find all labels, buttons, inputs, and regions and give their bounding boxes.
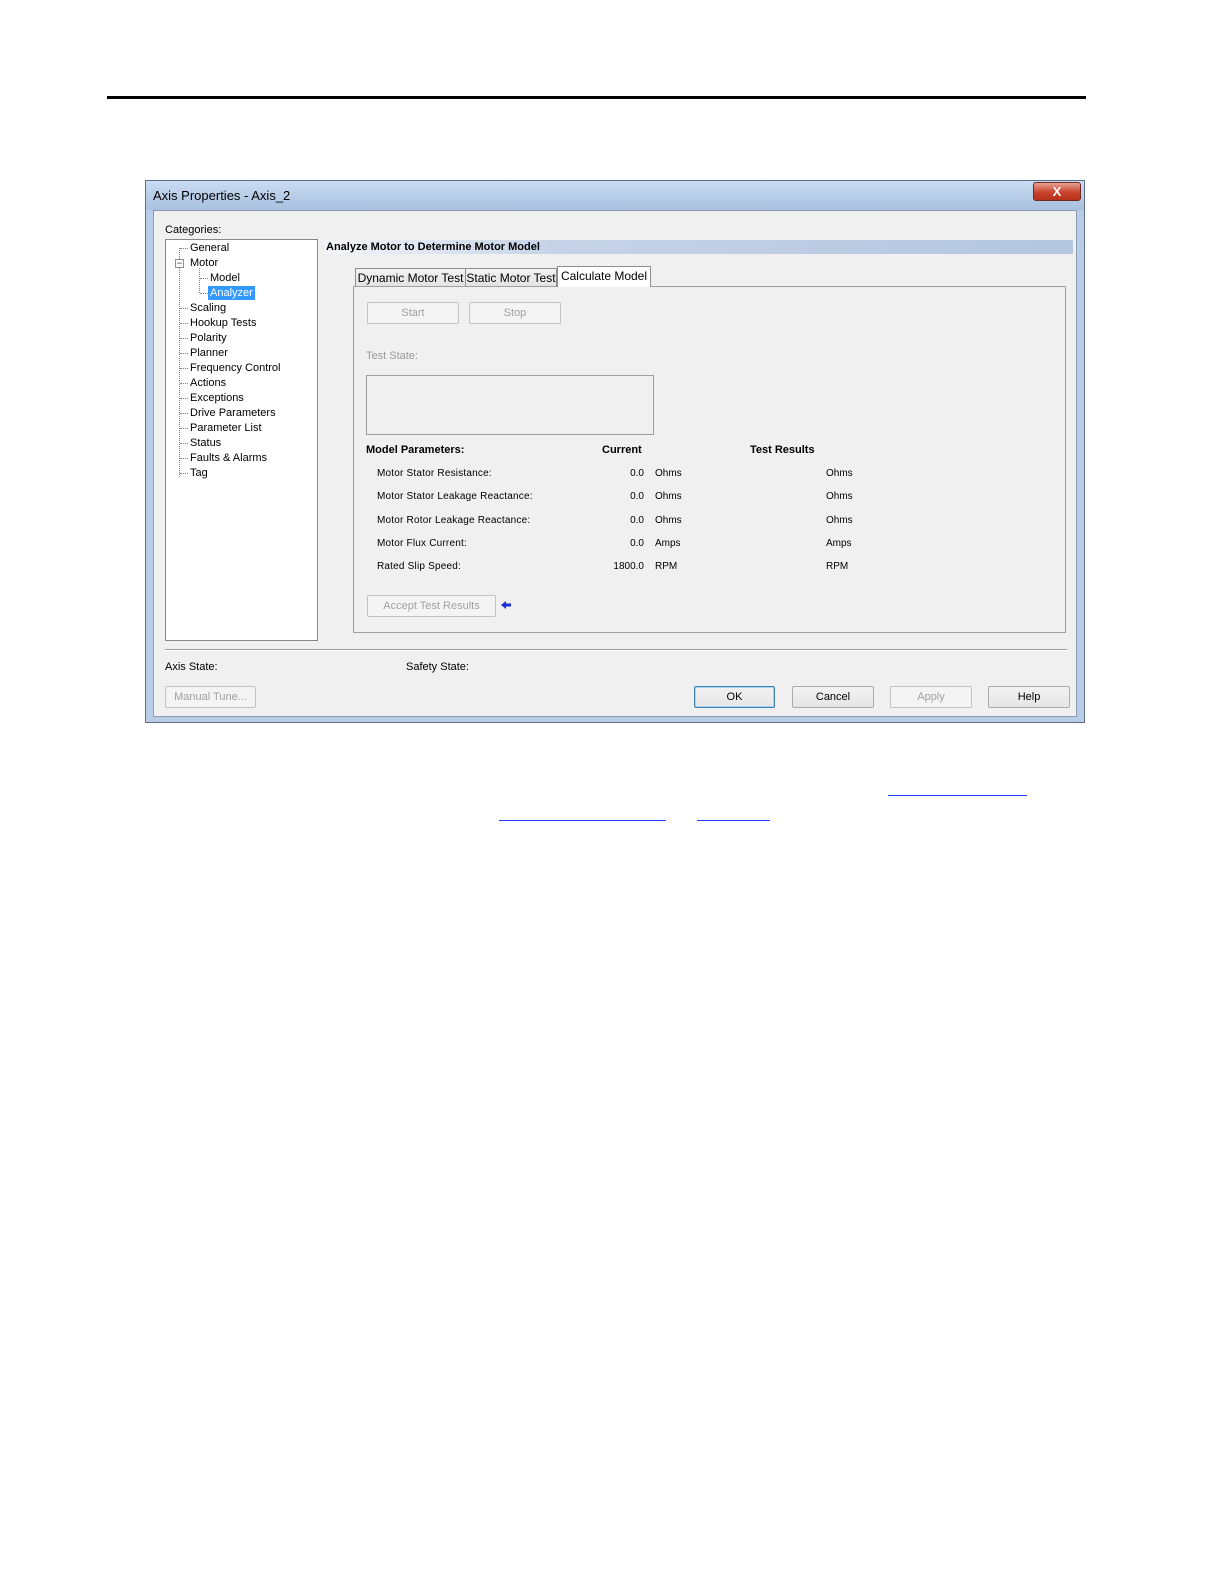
collapse-icon[interactable]: −: [175, 259, 184, 268]
param-result-unit: Ohms: [826, 515, 853, 526]
param-label: Motor Stator Resistance:: [377, 468, 492, 479]
tree-connector: [180, 323, 188, 324]
apply-button[interactable]: Apply: [890, 686, 972, 708]
tree-connector: [180, 428, 188, 429]
tree-connector: [180, 353, 188, 354]
calculate-model-panel: Start Stop Test State: Model Parameters:…: [353, 286, 1066, 633]
axis-state-label: Axis State:: [165, 661, 218, 673]
param-result-unit: RPM: [826, 561, 849, 572]
ok-button[interactable]: OK: [694, 686, 775, 708]
cancel-button[interactable]: Cancel: [792, 686, 874, 708]
start-button[interactable]: Start: [367, 302, 459, 324]
param-result-unit: Ohms: [826, 491, 853, 502]
tree-item-motor[interactable]: Motor: [190, 256, 218, 270]
param-current-value: 0.0: [630, 538, 644, 549]
tree-motor-branch-line: [199, 268, 200, 293]
tree-connector: [180, 248, 188, 249]
param-label: Motor Rotor Leakage Reactance:: [377, 515, 531, 526]
tree-connector: [180, 308, 188, 309]
close-button[interactable]: X: [1033, 182, 1081, 201]
accept-test-results-button[interactable]: Accept Test Results: [367, 595, 496, 617]
param-current-value: 0.0: [630, 491, 644, 502]
tree-connector: [180, 413, 188, 414]
window-title: Axis Properties - Axis_2: [153, 188, 291, 203]
tree-item-model[interactable]: Model: [210, 271, 240, 285]
tree-item-drive-parameters[interactable]: Drive Parameters: [190, 406, 276, 420]
window-frame-left: [146, 210, 153, 717]
test-state-box: [366, 375, 654, 435]
param-current-unit: Ohms: [655, 491, 682, 502]
tree-connector: [200, 278, 208, 279]
param-current-unit: RPM: [655, 561, 678, 572]
model-parameters-header: Model Parameters:: [366, 444, 465, 456]
hyperlink-underline[interactable]: [697, 820, 770, 821]
test-state-label: Test State:: [366, 350, 418, 362]
param-label: Motor Stator Leakage Reactance:: [377, 491, 533, 502]
tree-connector: [180, 458, 188, 459]
tree-item-hookup-tests[interactable]: Hookup Tests: [190, 316, 256, 330]
footer-divider: [165, 649, 1067, 650]
tab-calculate-model[interactable]: Calculate Model: [557, 266, 651, 287]
tree-item-frequency-control[interactable]: Frequency Control: [190, 361, 281, 375]
param-current-value: 0.0: [630, 468, 644, 479]
tree-item-scaling[interactable]: Scaling: [190, 301, 226, 315]
tree-connector: [180, 473, 188, 474]
tree-item-faults-alarms[interactable]: Faults & Alarms: [190, 451, 267, 465]
tree-item-status[interactable]: Status: [190, 436, 221, 450]
window-frame-right: [1077, 210, 1084, 717]
hyperlink-underline[interactable]: [499, 820, 666, 821]
param-result-unit: Ohms: [826, 468, 853, 479]
manual-tune-button[interactable]: Manual Tune...: [165, 686, 256, 708]
param-current-value: 0.0: [630, 515, 644, 526]
arrow-left-icon: [501, 601, 511, 609]
categories-label: Categories:: [165, 224, 222, 236]
param-result-unit: Amps: [826, 538, 852, 549]
tree-connector: [200, 293, 208, 294]
safety-state-label: Safety State:: [406, 661, 469, 673]
window-frame-bottom: [146, 717, 1084, 722]
param-label: Rated Slip Speed:: [377, 561, 462, 572]
tree-item-general[interactable]: General: [190, 241, 229, 255]
param-current-unit: Ohms: [655, 468, 682, 479]
param-current-value: 1800.0: [613, 561, 644, 572]
categories-tree[interactable]: − General Motor Model Analyzer Scaling H…: [165, 239, 318, 641]
current-header: Current: [602, 444, 642, 456]
param-current-unit: Amps: [655, 538, 681, 549]
tree-item-polarity[interactable]: Polarity: [190, 331, 227, 345]
tree-connector: [180, 443, 188, 444]
close-icon: X: [1052, 184, 1062, 199]
tree-item-exceptions[interactable]: Exceptions: [190, 391, 244, 405]
tree-item-tag[interactable]: Tag: [190, 466, 208, 480]
title-bar[interactable]: Axis Properties - Axis_2 X: [146, 181, 1084, 210]
tab-dynamic-motor-test[interactable]: Dynamic Motor Test: [355, 268, 466, 287]
tree-connector: [180, 368, 188, 369]
tree-connector: [180, 338, 188, 339]
hyperlink-underline[interactable]: [888, 795, 1027, 796]
section-title: Analyze Motor to Determine Motor Model: [324, 240, 1073, 254]
test-results-header: Test Results: [750, 444, 815, 456]
tree-item-planner[interactable]: Planner: [190, 346, 228, 360]
tab-static-motor-test[interactable]: Static Motor Test: [465, 268, 557, 287]
tree-item-analyzer[interactable]: Analyzer: [208, 286, 255, 300]
tree-connector: [180, 398, 188, 399]
param-label: Motor Flux Current:: [377, 538, 467, 549]
tree-item-actions[interactable]: Actions: [190, 376, 226, 390]
page-header-rule: [107, 96, 1086, 99]
axis-properties-dialog: Axis Properties - Axis_2 X Categories: −…: [145, 180, 1085, 723]
dialog-client-area: Categories: − General Motor Model Analyz…: [153, 210, 1077, 717]
tree-connector: [180, 383, 188, 384]
stop-button[interactable]: Stop: [469, 302, 561, 324]
param-current-unit: Ohms: [655, 515, 682, 526]
help-button[interactable]: Help: [988, 686, 1070, 708]
tree-item-parameter-list[interactable]: Parameter List: [190, 421, 262, 435]
